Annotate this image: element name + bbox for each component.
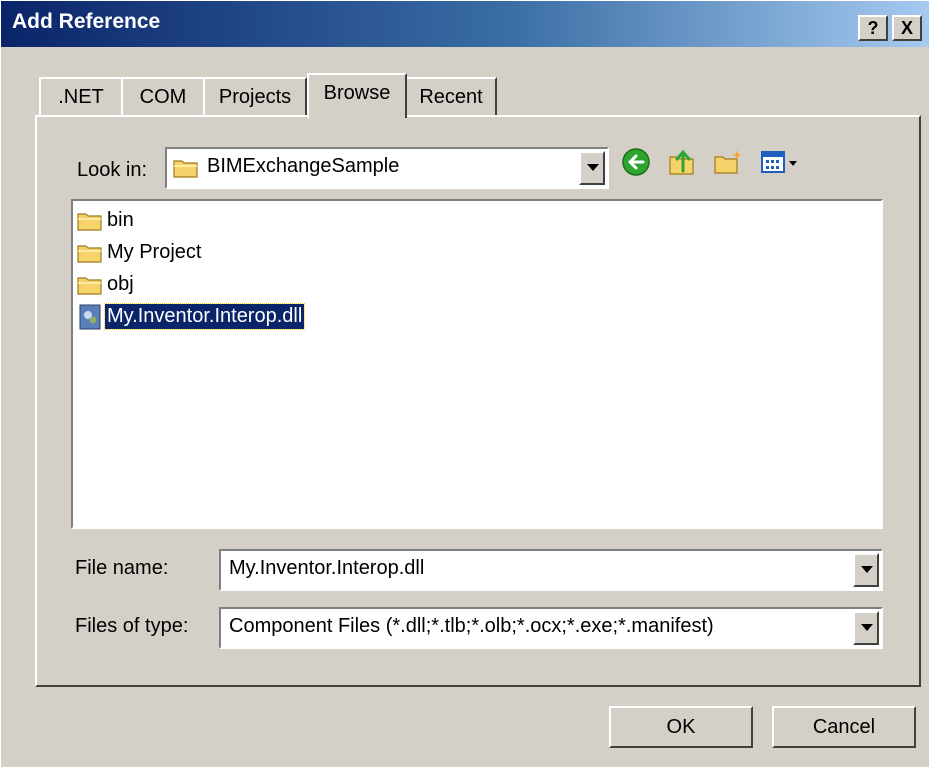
look-in-label: Look in:: [77, 159, 148, 181]
title-bar[interactable]: Add Reference ? X: [1, 1, 929, 47]
list-item-label: My.Inventor.Interop.dll: [103, 303, 306, 330]
tab-browse[interactable]: Browse: [307, 73, 407, 118]
tab-com[interactable]: COM: [121, 77, 205, 115]
file-list[interactable]: bin My Project obj My.Inventor.Interop.d…: [71, 199, 883, 529]
list-item-label: My Project: [107, 241, 202, 263]
new-folder-icon[interactable]: [713, 147, 743, 177]
chevron-down-icon[interactable]: [853, 553, 879, 587]
views-menu-icon[interactable]: [759, 147, 805, 177]
files-of-type-dropdown[interactable]: Component Files (*.dll;*.tlb;*.olb;*.ocx…: [219, 607, 883, 649]
list-item-label: obj: [107, 273, 134, 295]
folder-icon: [77, 213, 102, 231]
browse-panel: Look in: BIMExchangeSample bin My Projec…: [35, 115, 921, 687]
folder-icon: [77, 277, 102, 295]
files-of-type-label: Files of type:: [75, 615, 189, 637]
cancel-button[interactable]: Cancel: [772, 706, 916, 748]
folder-icon: [173, 160, 198, 178]
ok-button[interactable]: OK: [609, 706, 753, 748]
file-name-field[interactable]: My.Inventor.Interop.dll: [219, 549, 883, 591]
window-title: Add Reference: [12, 10, 161, 33]
look-in-dropdown[interactable]: BIMExchangeSample: [165, 147, 609, 189]
list-item-label: bin: [107, 209, 134, 231]
folder-icon: [77, 245, 102, 263]
chevron-down-icon[interactable]: [853, 611, 879, 645]
close-button[interactable]: X: [892, 15, 922, 41]
tab-dotnet[interactable]: .NET: [39, 77, 123, 115]
file-name-value: My.Inventor.Interop.dll: [229, 557, 425, 579]
tab-projects[interactable]: Projects: [203, 77, 307, 115]
back-icon[interactable]: [621, 147, 651, 177]
files-of-type-value: Component Files (*.dll;*.tlb;*.olb;*.ocx…: [229, 615, 714, 637]
file-name-label: File name:: [75, 557, 169, 579]
help-button[interactable]: ?: [858, 15, 888, 41]
up-folder-icon[interactable]: [667, 147, 697, 177]
dll-file-icon: [79, 304, 101, 330]
chevron-down-icon[interactable]: [579, 151, 605, 185]
look-in-value: BIMExchangeSample: [207, 155, 400, 177]
add-reference-dialog: Add Reference ? X .NET COM Projects Brow…: [0, 0, 929, 767]
tab-recent[interactable]: Recent: [405, 77, 497, 115]
